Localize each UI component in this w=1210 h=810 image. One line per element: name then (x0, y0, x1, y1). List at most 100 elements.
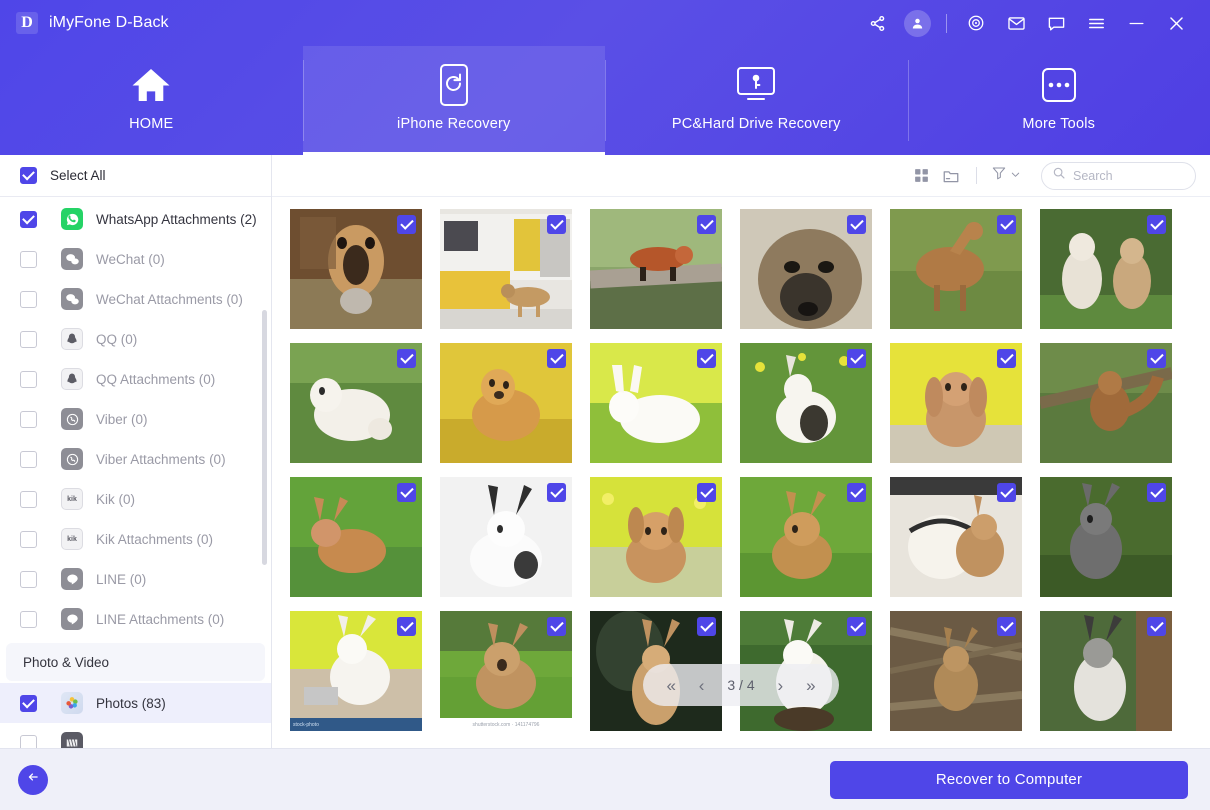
tab-iphone-recovery[interactable]: iPhone Recovery (303, 46, 606, 155)
thumbnail-check-badge[interactable] (397, 617, 416, 636)
thumbnail-check-badge[interactable] (397, 483, 416, 502)
thumbnail-item[interactable] (440, 209, 572, 329)
tab-pc-hard-drive-recovery[interactable]: PC&Hard Drive Recovery (605, 46, 908, 155)
thumbnail-check-badge[interactable] (997, 349, 1016, 368)
tab-home[interactable]: HOME (0, 46, 303, 155)
pagination-last-button[interactable]: » (806, 677, 815, 694)
feedback-chat-icon[interactable] (1036, 4, 1076, 42)
thumbnail-check-badge[interactable] (997, 617, 1016, 636)
sidebar-item-checkbox[interactable] (20, 331, 37, 348)
thumbnail-item[interactable] (590, 209, 722, 329)
thumbnail-check-badge[interactable] (847, 617, 866, 636)
sidebar-item-photos[interactable]: Photos (83) (0, 683, 271, 723)
sidebar-item-checkbox[interactable] (20, 531, 37, 548)
sidebar-item-kik-attachments[interactable]: kik Kik Attachments (0) (0, 519, 271, 559)
sidebar-item-line[interactable]: LINE (0) (0, 559, 271, 599)
thumbnail-item[interactable]: shutterstock.com · 141174796 (440, 611, 572, 731)
thumbnail-item[interactable] (590, 343, 722, 463)
sidebar-item-checkbox[interactable] (20, 411, 37, 428)
sidebar-item-checkbox[interactable] (20, 611, 37, 628)
sidebar-item-checkbox[interactable] (20, 371, 37, 388)
thumbnail-check-badge[interactable] (697, 617, 716, 636)
tab-more-tools[interactable]: More Tools (908, 46, 1210, 155)
thumbnail-check-badge[interactable] (547, 483, 566, 502)
thumbnail-item[interactable] (1040, 611, 1172, 731)
search-box[interactable] (1041, 162, 1196, 190)
thumbnail-item[interactable] (890, 209, 1022, 329)
thumbnail-check-badge[interactable] (1147, 483, 1166, 502)
sidebar-item-qq-attachments[interactable]: QQ Attachments (0) (0, 359, 271, 399)
thumbnail-check-badge[interactable] (997, 483, 1016, 502)
thumbnail-item[interactable] (290, 343, 422, 463)
thumbnail-check-badge[interactable] (1147, 617, 1166, 636)
folder-view-icon[interactable] (936, 162, 966, 190)
sidebar-item-whatsapp-attachments[interactable]: WhatsApp Attachments (2) (0, 199, 271, 239)
thumbnail-check-badge[interactable] (697, 483, 716, 502)
pagination-prev-button[interactable]: ‹ (699, 677, 705, 694)
search-input[interactable] (1073, 169, 1185, 183)
thumbnail-check-badge[interactable] (547, 349, 566, 368)
target-icon[interactable] (956, 4, 996, 42)
content-body: Select All WhatsApp Attachments (2) WeCh… (0, 155, 1210, 748)
search-icon (1052, 166, 1066, 185)
thumbnail-check-badge[interactable] (697, 215, 716, 234)
thumbnail-check-badge[interactable] (547, 215, 566, 234)
sidebar-scrollbar[interactable] (262, 310, 267, 565)
hamburger-menu-icon[interactable] (1076, 4, 1116, 42)
thumbnail-item[interactable] (740, 343, 872, 463)
pagination-first-button[interactable]: « (666, 677, 675, 694)
recover-to-computer-button[interactable]: Recover to Computer (830, 761, 1188, 799)
thumbnail-check-badge[interactable] (847, 483, 866, 502)
thumbnail-check-badge[interactable] (397, 215, 416, 234)
account-avatar-icon[interactable] (897, 4, 937, 42)
thumbnail-item[interactable]: stock-photo (290, 611, 422, 731)
sidebar-item-checkbox[interactable] (20, 211, 37, 228)
sidebar-item-checkbox[interactable] (20, 695, 37, 712)
thumbnail-item[interactable] (740, 209, 872, 329)
sidebar-item-viber[interactable]: Viber (0) (0, 399, 271, 439)
thumbnail-item[interactable] (440, 477, 572, 597)
sidebar-item-kik[interactable]: kik Kik (0) (0, 479, 271, 519)
thumbnail-check-badge[interactable] (997, 215, 1016, 234)
thumbnail-check-badge[interactable] (547, 617, 566, 636)
thumbnail-item[interactable] (1040, 343, 1172, 463)
thumbnail-item[interactable] (290, 477, 422, 597)
sidebar-item-checkbox[interactable] (20, 571, 37, 588)
thumbnail-item[interactable] (1040, 477, 1172, 597)
select-all-row[interactable]: Select All (0, 155, 271, 197)
sidebar-item-checkbox[interactable] (20, 251, 37, 268)
sidebar-item-line-attachments[interactable]: LINE Attachments (0) (0, 599, 271, 639)
back-button[interactable] (18, 765, 48, 795)
thumbnail-check-badge[interactable] (697, 349, 716, 368)
thumbnail-item[interactable] (890, 343, 1022, 463)
sidebar-item-checkbox[interactable] (20, 451, 37, 468)
mail-icon[interactable] (996, 4, 1036, 42)
thumbnail-check-badge[interactable] (847, 349, 866, 368)
thumbnail-item[interactable] (740, 477, 872, 597)
thumbnail-check-badge[interactable] (1147, 349, 1166, 368)
thumbnail-item[interactable] (1040, 209, 1172, 329)
thumbnail-check-badge[interactable] (847, 215, 866, 234)
select-all-checkbox[interactable] (20, 167, 37, 184)
thumbnail-item[interactable] (890, 477, 1022, 597)
sidebar-item-wechat[interactable]: WeChat (0) (0, 239, 271, 279)
sidebar-item-checkbox[interactable] (20, 735, 37, 749)
sidebar-item-viber-attachments[interactable]: Viber Attachments (0) (0, 439, 271, 479)
sidebar-item-qq[interactable]: QQ (0) (0, 319, 271, 359)
filter-button[interactable] (987, 165, 1025, 186)
thumbnail-check-badge[interactable] (397, 349, 416, 368)
thumbnail-item[interactable] (590, 477, 722, 597)
sidebar-item-wechat-attachments[interactable]: WeChat Attachments (0) (0, 279, 271, 319)
thumbnail-item[interactable] (890, 611, 1022, 731)
sidebar-item-videos-partial[interactable] (0, 723, 271, 748)
sidebar-item-checkbox[interactable] (20, 491, 37, 508)
share-icon[interactable] (857, 4, 897, 42)
minimize-icon[interactable] (1116, 4, 1156, 42)
grid-view-icon[interactable] (906, 162, 936, 190)
thumbnail-item[interactable] (290, 209, 422, 329)
thumbnail-item[interactable] (440, 343, 572, 463)
pagination-next-button[interactable]: › (778, 677, 784, 694)
close-icon[interactable] (1156, 4, 1196, 42)
thumbnail-check-badge[interactable] (1147, 215, 1166, 234)
sidebar-item-checkbox[interactable] (20, 291, 37, 308)
